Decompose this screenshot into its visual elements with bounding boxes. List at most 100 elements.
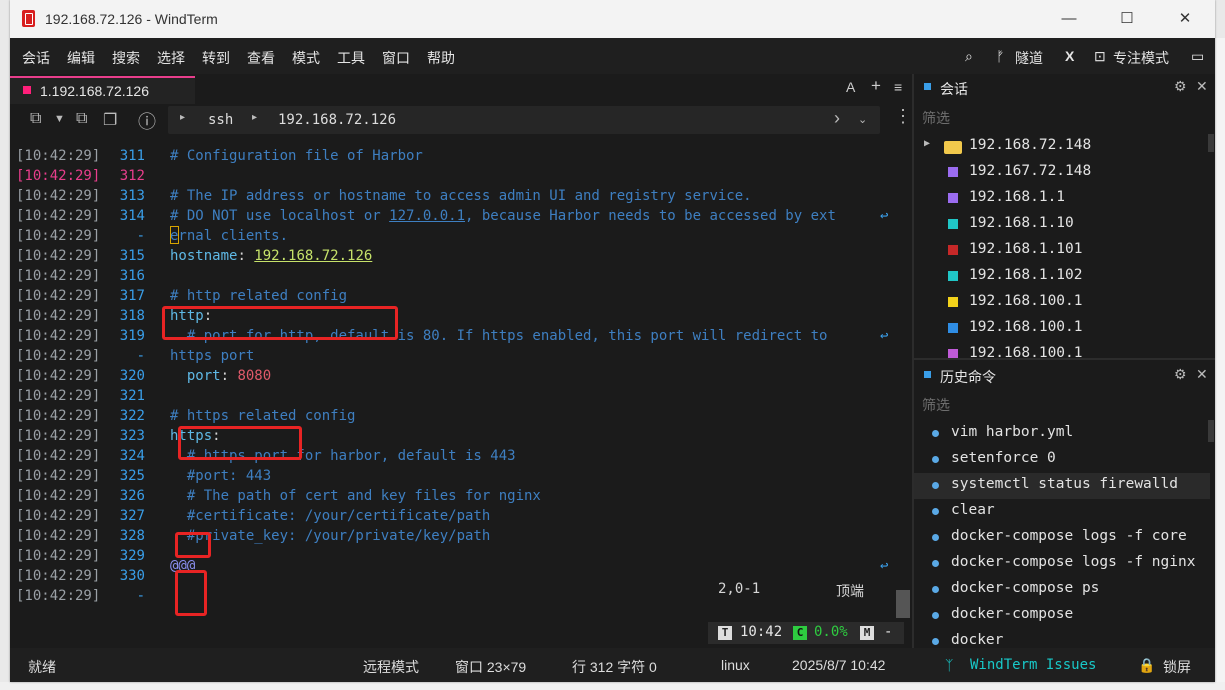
line-number: 316 <box>119 268 145 284</box>
history-label: docker <box>951 632 1004 648</box>
menu-tools[interactable]: 工具 <box>337 48 365 68</box>
tab-color-icon <box>23 86 31 94</box>
session-filter-input[interactable]: 筛选 <box>922 108 950 128</box>
close-icon[interactable]: ✕ <box>1196 366 1208 383</box>
line-code: # https related config <box>170 406 355 426</box>
line-timestamp: [10:42:29] <box>16 408 101 424</box>
session-item[interactable]: ▶ 192.168.72.148 <box>914 134 1210 160</box>
chevron-down-icon[interactable]: ⌄ <box>858 113 867 126</box>
session-color-icon <box>948 323 958 333</box>
panel-marker-icon <box>924 371 931 378</box>
history-item[interactable]: docker-compose <box>914 603 1210 629</box>
history-bullet-icon <box>932 612 939 619</box>
line-number: 329 <box>119 548 145 564</box>
chevron-down-icon[interactable]: ▼ <box>54 113 65 125</box>
line-number: 315 <box>119 248 145 264</box>
status-datetime: 2025/8/7 10:42 <box>792 657 886 673</box>
menu-session[interactable]: 会话 <box>22 48 50 68</box>
close-icon[interactable]: ✕ <box>1196 78 1208 95</box>
session-item[interactable]: 192.168.1.102 <box>914 264 1210 290</box>
menu-window[interactable]: 窗口 <box>382 48 410 68</box>
issues-link[interactable]: WindTerm Issues <box>970 657 1096 673</box>
history-label: setenforce 0 <box>951 450 1056 466</box>
session-item[interactable]: 192.168.1.1 <box>914 186 1210 212</box>
tunnel-icon[interactable]: ᚠ <box>996 48 1004 64</box>
close-button[interactable]: ✕ <box>1156 0 1214 38</box>
line-code: #certificate: /your/certificate/path <box>170 506 490 526</box>
tab-menu-button[interactable]: ≡ <box>894 79 902 95</box>
expand-arrow-icon[interactable]: ▶ <box>924 138 930 149</box>
focus-mode-icon[interactable]: ⊡ <box>1094 48 1106 65</box>
history-item[interactable]: docker-compose logs -f core <box>914 525 1210 551</box>
editor-line: [10:42:29] 318 http: <box>10 306 890 326</box>
menu-goto[interactable]: 转到 <box>202 48 230 68</box>
folder-icon <box>944 141 962 154</box>
info-icon[interactable]: ⓘ <box>138 108 156 134</box>
history-item[interactable]: vim harbor.yml <box>914 421 1210 447</box>
more-icon[interactable]: ⋮ <box>894 106 912 127</box>
history-item[interactable]: docker-compose logs -f nginx <box>914 551 1210 577</box>
copy-icon[interactable]: ❐ <box>103 110 117 130</box>
code-token: 192.168.72.126 <box>254 248 373 264</box>
highlight-box-comment-cert <box>175 570 207 616</box>
menu-search[interactable]: 搜索 <box>112 48 140 68</box>
session-scrollbar[interactable] <box>1208 134 1214 152</box>
panel-separator[interactable] <box>914 358 1215 360</box>
new-tab-button[interactable]: + <box>871 76 881 96</box>
history-filter-input[interactable]: 筛选 <box>922 395 950 415</box>
session-item[interactable]: 192.168.100.1 <box>914 290 1210 316</box>
menu-help[interactable]: 帮助 <box>427 48 455 68</box>
gear-icon[interactable]: ⚙ <box>1174 78 1187 95</box>
lock-screen-button[interactable]: 锁屏 <box>1163 657 1191 677</box>
history-item[interactable]: docker-compose ps <box>914 577 1210 603</box>
duplicate-session-icon[interactable]: ⧉ <box>76 110 87 128</box>
session-item[interactable]: 192.168.100.1 <box>914 316 1210 342</box>
menu-mode[interactable]: 模式 <box>292 48 320 68</box>
status-remote-mode[interactable]: 远程模式 <box>363 657 419 677</box>
line-timestamp: [10:42:29] <box>16 268 101 284</box>
session-item[interactable]: 192.167.72.148 <box>914 160 1210 186</box>
line-code: # http related config <box>170 286 347 306</box>
tab-session-active[interactable]: 1.192.168.72.126 <box>10 76 195 104</box>
menu-view[interactable]: 查看 <box>247 48 275 68</box>
font-a-button[interactable]: A <box>846 79 855 95</box>
code-token: , because Harbor needs to be accessed by… <box>465 208 836 224</box>
history-item[interactable]: systemctl status firewalld <box>914 473 1210 499</box>
maximize-button[interactable]: ☐ <box>1098 0 1156 38</box>
line-timestamp: [10:42:29] <box>16 448 101 464</box>
line-number: 326 <box>119 488 145 504</box>
menu-select[interactable]: 选择 <box>157 48 185 68</box>
editor-line: [10:42:29] 322 # https related config <box>10 406 890 426</box>
session-item[interactable]: 192.168.1.101 <box>914 238 1210 264</box>
history-scrollbar[interactable] <box>1208 420 1214 442</box>
focus-mode-button[interactable]: 专注模式 <box>1113 48 1169 68</box>
code-token: ernal clients. <box>170 228 289 244</box>
history-item[interactable]: clear <box>914 499 1210 525</box>
status-os: linux <box>721 657 750 673</box>
line-number: 323 <box>119 428 145 444</box>
layout-icon[interactable]: ▭ <box>1191 48 1204 65</box>
wrap-icon: ↩ <box>880 558 889 574</box>
new-session-icon[interactable]: ⧉ <box>30 110 41 128</box>
line-timestamp: [10:42:29] <box>16 208 101 224</box>
terminal-editor[interactable]: [10:42:29] 311 # Configuration file of Har… <box>10 138 912 618</box>
search-icon[interactable]: ⌕ <box>965 48 973 65</box>
session-label: 192.168.1.102 <box>969 267 1083 283</box>
code-token: # https related config <box>170 408 356 424</box>
line-code: # The IP address or hostname to access a… <box>170 186 752 206</box>
history-item[interactable]: setenforce 0 <box>914 447 1210 473</box>
line-code: hostname: 192.168.72.126 <box>170 246 372 266</box>
lock-icon[interactable]: 🔒 <box>1138 657 1155 674</box>
x-button[interactable]: X <box>1065 48 1074 64</box>
menu-edit[interactable]: 编辑 <box>67 48 95 68</box>
minimize-button[interactable]: — <box>1040 0 1098 38</box>
wrap-icon: ↩ <box>880 208 889 224</box>
chevron-right-icon[interactable]: › <box>834 108 840 129</box>
session-item[interactable]: 192.168.1.10 <box>914 212 1210 238</box>
tunnel-button[interactable]: 隧道 <box>1015 48 1043 68</box>
address-bar[interactable]: ▸ ssh ▸ 192.168.72.126 › ⌄ <box>168 106 880 134</box>
vertical-scrollbar[interactable] <box>896 590 910 618</box>
gear-icon[interactable]: ⚙ <box>1174 366 1187 383</box>
tab-label: 1.192.168.72.126 <box>40 83 149 99</box>
t-badge: T <box>718 626 732 640</box>
